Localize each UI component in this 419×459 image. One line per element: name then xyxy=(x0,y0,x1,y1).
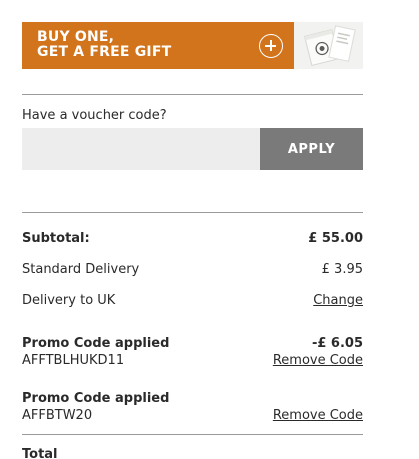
promo-code-1-title: Promo Code applied xyxy=(22,336,170,351)
free-gift-line-1: BUY ONE, xyxy=(37,29,115,45)
delivery-destination-label: Delivery to UK xyxy=(22,293,116,308)
promo-code-2-title: Promo Code applied xyxy=(22,391,170,406)
change-delivery-link[interactable]: Change xyxy=(313,293,363,308)
promo-code-2-remove-link[interactable]: Remove Code xyxy=(273,408,363,423)
subtotal-value: £ 55.00 xyxy=(308,231,363,246)
free-gift-banner-text: BUY ONE, GET A FREE GIFT xyxy=(37,30,171,60)
subtotal-label: Subtotal: xyxy=(22,231,90,246)
promo-code-2-value: AFFBTW20 xyxy=(22,408,93,423)
standard-delivery-value: £ 3.95 xyxy=(321,262,363,277)
total-label: Total xyxy=(22,447,58,459)
divider-bottom xyxy=(22,434,363,435)
voucher-label: Have a voucher code? xyxy=(22,108,167,123)
voucher-code-input[interactable] xyxy=(22,128,260,170)
add-gift-plus-icon[interactable] xyxy=(259,34,283,58)
divider-top xyxy=(22,94,363,95)
free-gift-banner[interactable]: BUY ONE, GET A FREE GIFT xyxy=(22,22,363,69)
standard-delivery-label: Standard Delivery xyxy=(22,262,140,277)
promo-code-1-discount: -£ 6.05 xyxy=(311,336,363,351)
promo-code-1-remove-link[interactable]: Remove Code xyxy=(273,353,363,368)
divider-middle xyxy=(22,212,363,213)
gift-product-image xyxy=(294,22,363,69)
apply-voucher-button[interactable]: APPLY xyxy=(260,128,363,170)
promo-code-1-value: AFFTBLHUKD11 xyxy=(22,353,125,368)
free-gift-line-2: GET A FREE GIFT xyxy=(37,44,172,60)
free-gift-banner-background: BUY ONE, GET A FREE GIFT xyxy=(22,22,294,69)
